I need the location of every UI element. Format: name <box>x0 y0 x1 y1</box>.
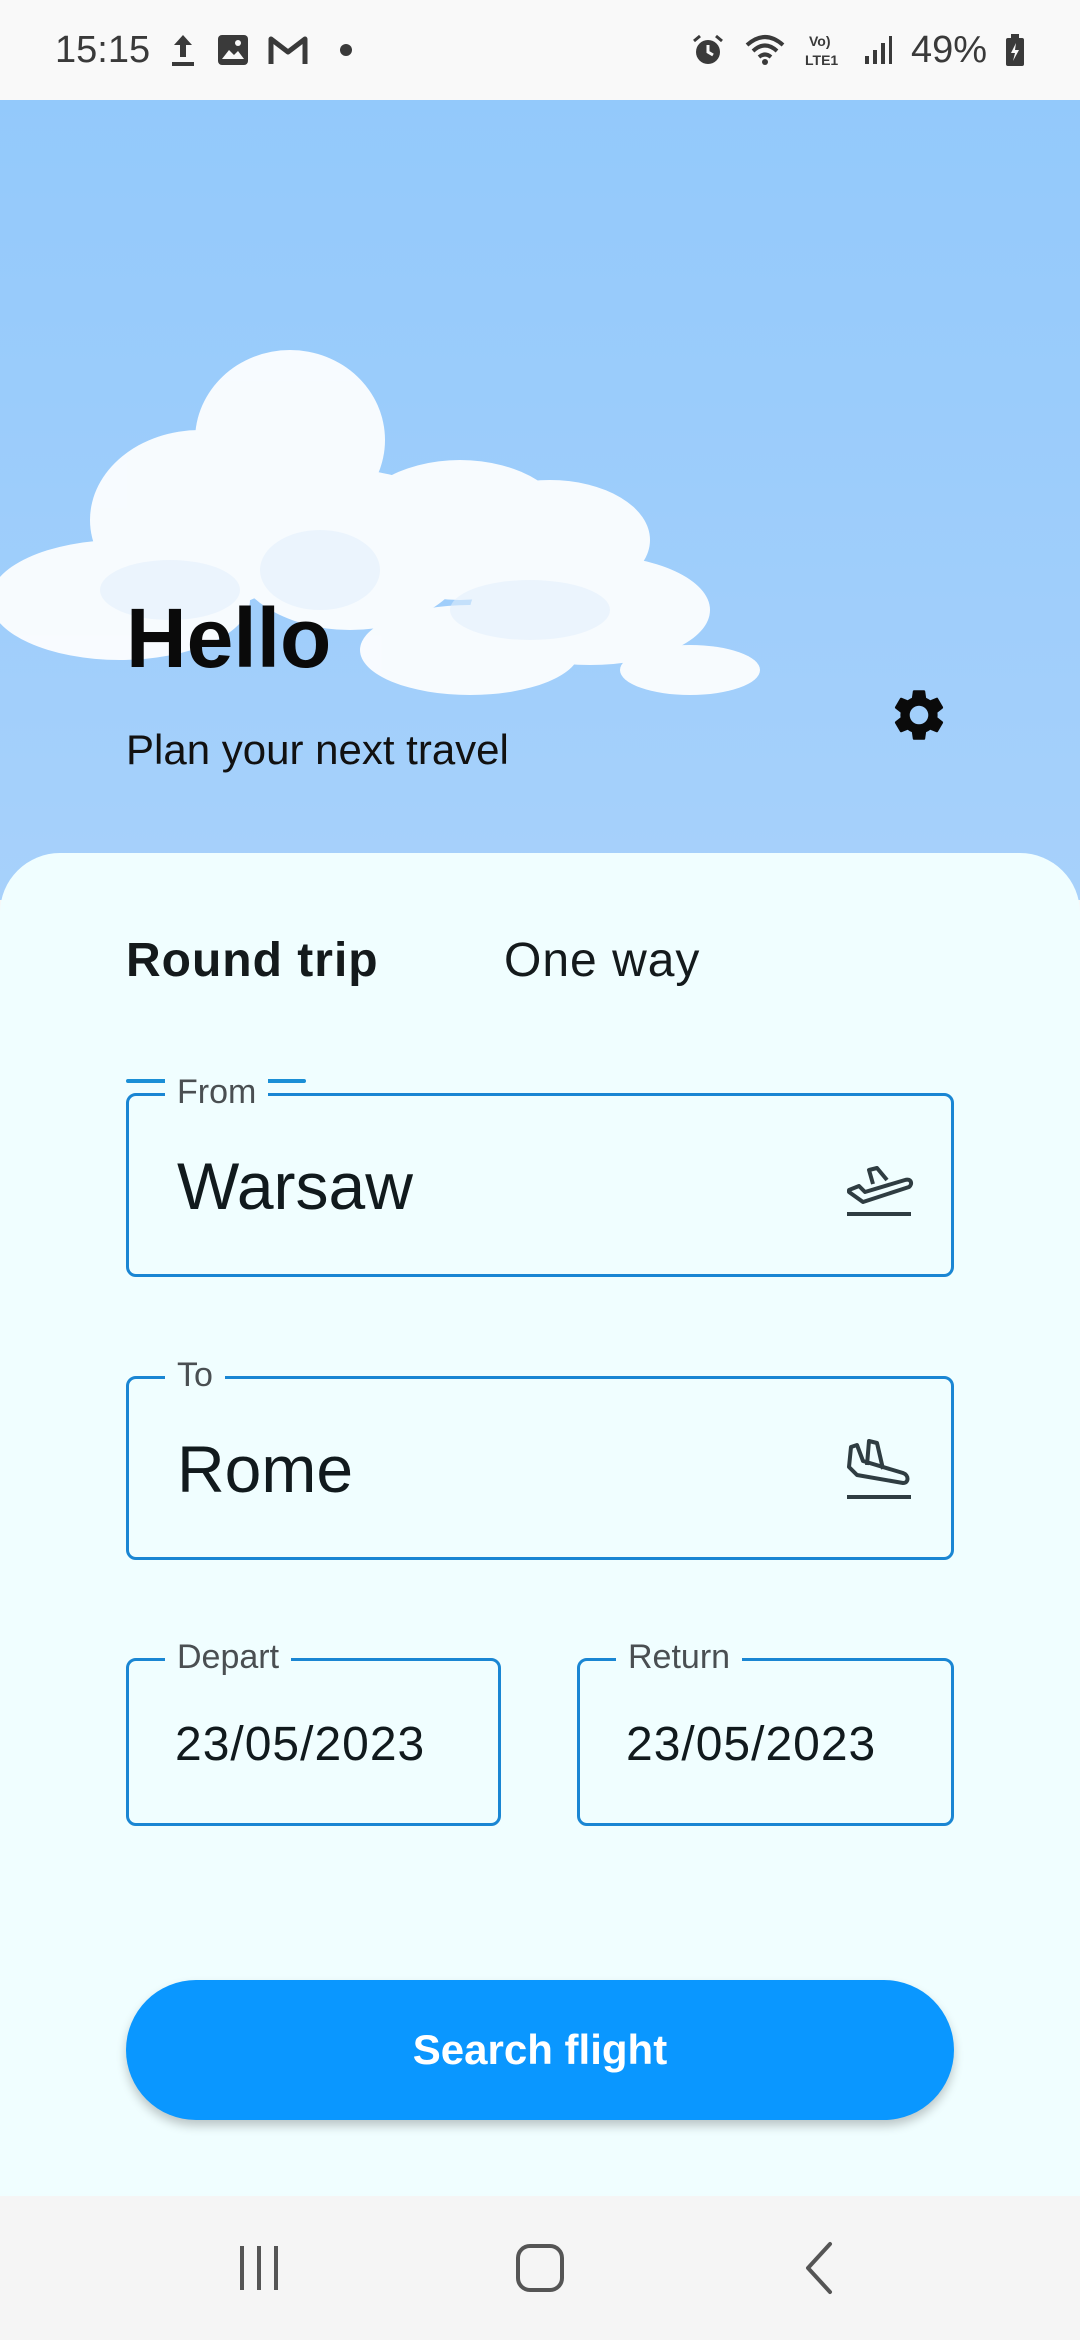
tab-round-trip[interactable]: Round trip <box>126 933 379 988</box>
status-time: 15:15 <box>55 28 151 71</box>
home-icon <box>516 2244 564 2292</box>
return-date-field[interactable]: Return 23/05/2023 <box>577 1637 954 1826</box>
tab-one-way[interactable]: One way <box>504 933 700 988</box>
plane-takeoff-icon <box>843 1158 915 1225</box>
battery-percent: 49% <box>910 28 987 71</box>
back-button[interactable] <box>760 2218 880 2318</box>
greeting-subtitle: Plan your next travel <box>126 726 509 773</box>
signal-icon <box>863 34 893 66</box>
status-bar: 15:15 Vo) LTE1 49% <box>0 0 1080 100</box>
recent-apps-icon <box>240 2246 278 2290</box>
return-label: Return <box>616 1637 743 1677</box>
home-button[interactable] <box>480 2218 600 2318</box>
recent-apps-button[interactable] <box>200 2218 320 2318</box>
gmail-icon <box>268 34 308 66</box>
settings-button[interactable] <box>884 680 954 750</box>
to-value: Rome <box>177 1432 354 1506</box>
wifi-icon <box>743 33 787 67</box>
to-field[interactable]: To Rome <box>126 1355 954 1560</box>
search-flight-button[interactable]: Search flight <box>126 1980 954 2120</box>
volte-icon: Vo) LTE1 <box>805 31 845 69</box>
status-right: Vo) LTE1 49% <box>691 29 1025 72</box>
depart-label: Depart <box>165 1637 292 1677</box>
depart-value: 23/05/2023 <box>175 1718 426 1771</box>
upload-icon <box>168 31 198 69</box>
back-icon <box>806 2242 832 2294</box>
gallery-icon <box>216 33 250 67</box>
cloud-illustration <box>0 350 760 695</box>
alarm-icon <box>691 33 725 67</box>
app-screen: 15:15 Vo) LTE1 49% Hello Plan your next … <box>0 0 1080 2340</box>
svg-text:Vo): Vo) <box>809 33 831 49</box>
plane-landing-icon <box>843 1437 915 1508</box>
return-value: 23/05/2023 <box>626 1718 877 1771</box>
status-left: 15:15 <box>55 28 353 72</box>
battery-icon <box>1005 33 1025 67</box>
to-label: To <box>165 1355 225 1395</box>
svg-text:LTE1: LTE1 <box>805 52 838 68</box>
booking-sheet: Round trip One way From Warsaw To Rome D… <box>0 853 1080 2196</box>
depart-date-field[interactable]: Depart 23/05/2023 <box>126 1637 501 1826</box>
from-label: From <box>165 1072 269 1112</box>
system-nav-bar <box>0 2196 1080 2340</box>
notification-dot-icon <box>340 44 353 56</box>
gear-icon <box>894 690 944 740</box>
hero-header: Hello Plan your next travel <box>0 100 1080 900</box>
from-value: Warsaw <box>177 1149 413 1223</box>
greeting-title: Hello <box>126 591 332 685</box>
from-field[interactable]: From Warsaw <box>126 1072 954 1277</box>
trip-type-tabs: Round trip One way <box>126 933 926 1083</box>
